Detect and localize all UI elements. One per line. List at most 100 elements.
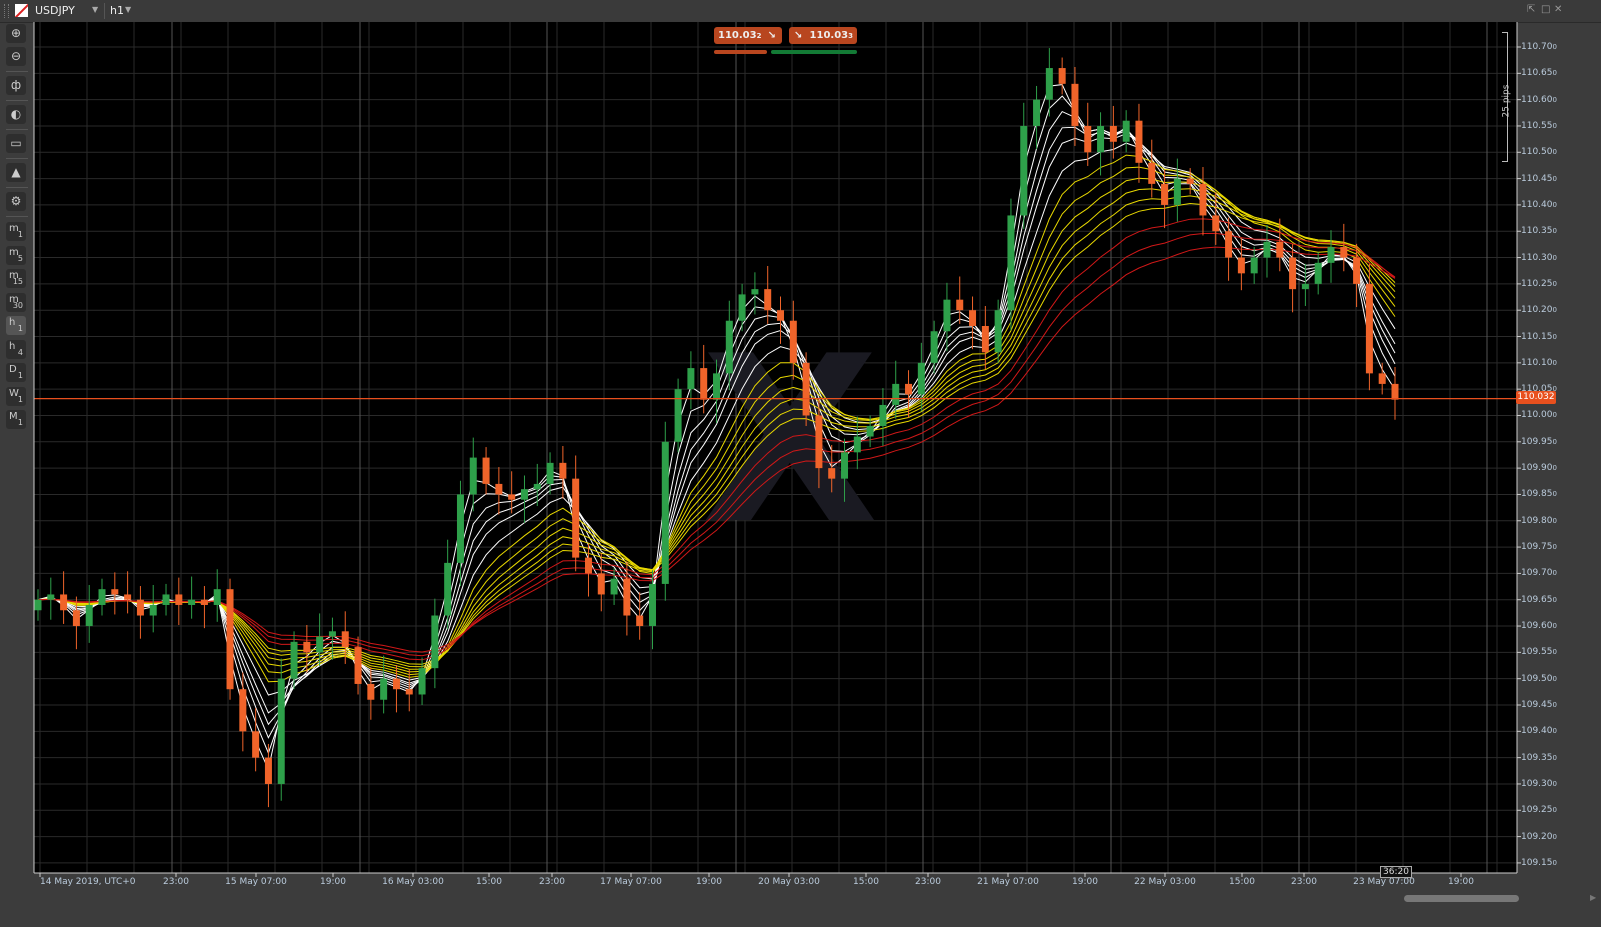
candle-bull (1327, 247, 1335, 263)
timeframe-count: 4 (17, 347, 23, 357)
horizontal-scrollbar[interactable] (1404, 895, 1519, 902)
candle-bull (853, 436, 861, 453)
chart-settings-button[interactable]: ⚙ (6, 192, 26, 211)
candle-bull (687, 368, 695, 390)
time-tick-label: 17 May 07:00 (600, 877, 662, 887)
timeframe-unit: D (9, 364, 17, 375)
timeframe-m1-button[interactable]: m1 (6, 222, 26, 241)
time-tick-label: 19:00 (320, 877, 346, 887)
candle-bear (1340, 247, 1348, 258)
candle-bear (969, 310, 977, 326)
sell-button[interactable]: 110.032 ↘ (714, 27, 782, 44)
sentiment-button[interactable]: ◐ (6, 105, 26, 124)
toolbar-divider (6, 158, 28, 159)
candle-bear (136, 599, 144, 616)
price-value: 110.25 (1521, 278, 1553, 289)
candle-bear (405, 689, 413, 695)
buy-button[interactable]: ↘ 110.033 (789, 27, 857, 44)
price-tick-label: 109.300 (1521, 778, 1557, 789)
price-tick-label: 110.200 (1521, 305, 1557, 316)
toolbar-divider (6, 71, 28, 72)
zoom-in-button[interactable]: ⊕ (6, 24, 26, 43)
candle-bull (738, 294, 746, 321)
timeframe-M1-button[interactable]: M1 (6, 410, 26, 429)
candle-bull (943, 299, 951, 332)
candle-bull (1122, 120, 1130, 142)
price-value: 110.40 (1521, 199, 1553, 210)
candle-bull (994, 310, 1002, 353)
price-value: 110.30 (1521, 252, 1553, 263)
toolbar-divider (6, 216, 28, 217)
cbots-button[interactable]: ▭ (6, 134, 26, 153)
time-tick-label: 14 May 2019, UTC+0 (40, 877, 136, 887)
price-tick-label: 109.400 (1521, 726, 1557, 737)
price-value: 109.65 (1521, 594, 1553, 605)
candle-bull (930, 331, 938, 363)
time-tick-label: 19:00 (696, 877, 722, 887)
candle-bull (47, 594, 55, 600)
time-tick-label: 15 May 07:00 (225, 877, 287, 887)
timeframe-h1-button[interactable]: h1 (6, 316, 26, 335)
timeframe-m30-button[interactable]: m 30 (6, 292, 26, 312)
candle-bull (149, 604, 157, 616)
objects-button[interactable]: ▲ (6, 163, 26, 182)
candle-bull (316, 636, 324, 653)
timeframe-W1-button[interactable]: W1 (6, 386, 26, 406)
timeframe-count: 30 (12, 300, 23, 310)
timeframe-m15-button[interactable]: m 15 (6, 269, 26, 288)
buy-pipette: 3 (848, 32, 853, 40)
scroll-right-icon[interactable]: ▶ (1590, 893, 1596, 902)
price-value: 109.30 (1521, 778, 1553, 789)
candle-bear (1058, 68, 1066, 84)
candle-bear (981, 325, 989, 353)
candle-bear (1225, 231, 1233, 258)
zoom-out-button[interactable]: ⊖ (6, 47, 26, 66)
chart-type-icon: ф (10, 78, 22, 92)
candle-bear (508, 494, 516, 500)
timeframe-D1-button[interactable]: D1 (6, 363, 26, 382)
pips-ruler-label: 25 pips (1501, 84, 1512, 118)
candle-bull (1263, 241, 1271, 258)
price-value: 110.70 (1521, 42, 1553, 52)
time-tick-label: 23:00 (1291, 877, 1317, 887)
price-chart[interactable]: X (0, 0, 1601, 927)
chart-type-button[interactable]: ф (6, 76, 26, 95)
candle-bear (905, 383, 913, 395)
candle-bear (572, 478, 580, 558)
timeframe-unit: h (9, 340, 16, 352)
candle-bull (34, 599, 42, 611)
price-tick-label: 109.950 (1521, 436, 1557, 447)
price-value: 110.65 (1521, 68, 1553, 79)
candle-bear (1109, 125, 1117, 142)
toolbar-divider (6, 187, 28, 188)
candle-bear (559, 462, 567, 479)
price-value: 110.10 (1521, 357, 1553, 368)
chart-settings-icon: ⚙ (10, 194, 22, 208)
time-tick-label: 20 May 03:00 (758, 877, 820, 887)
candle-bull (546, 462, 554, 484)
price-tick-label: 109.150 (1521, 857, 1557, 868)
candle-bear (495, 483, 503, 495)
zoom-out-icon: ⊖ (10, 49, 22, 63)
cbots-icon: ▭ (10, 136, 22, 150)
time-tick-label: 23:00 (539, 877, 565, 887)
price-value: 109.85 (1521, 489, 1553, 500)
candle-bear (1212, 215, 1220, 232)
time-tick-label: 23:00 (163, 877, 189, 887)
candle-bull (533, 483, 541, 490)
candle-bull (1250, 257, 1258, 274)
candle-bear (1237, 257, 1245, 274)
timeframe-m5-button[interactable]: m5 (6, 245, 26, 265)
time-tick-label: 19:00 (1448, 877, 1474, 887)
candle-bull (277, 678, 285, 784)
candle-bear (1161, 183, 1169, 205)
candle-bear (392, 678, 400, 690)
candle-bull (98, 589, 106, 605)
price-value: 109.20 (1521, 831, 1553, 842)
timeframe-h4-button[interactable]: h4 (6, 339, 26, 359)
candle-bull (866, 426, 874, 437)
price-tick-label: 110.100 (1521, 357, 1557, 368)
price-tick-label: 109.500 (1521, 673, 1557, 684)
candle-bull (751, 289, 759, 295)
candle-bear (777, 310, 785, 321)
